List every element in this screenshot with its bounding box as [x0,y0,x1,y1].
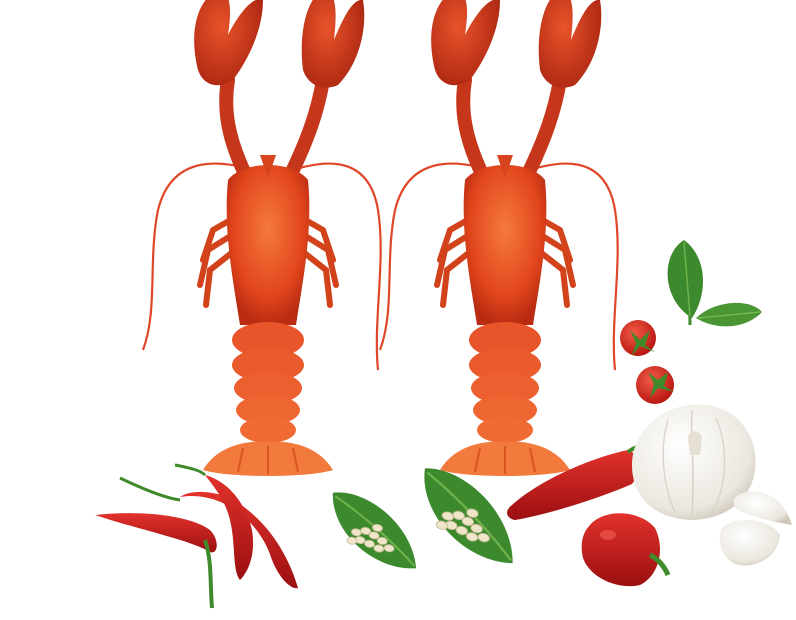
cherry-tomato-top [620,320,656,356]
garlic-clove-top [733,491,792,525]
peppercorn-leaf-left [321,489,428,572]
lobster-left [143,0,381,476]
illustration-canvas [95,0,792,609]
basil-sprig [667,240,762,327]
garlic-clove-bottom [719,519,780,566]
cherry-tomato-bottom [636,366,674,404]
lobster-right [380,0,618,476]
chili-pepper-group [95,463,298,609]
seafood-ingredients-illustration [0,0,796,620]
red-pepper-round [581,513,671,587]
